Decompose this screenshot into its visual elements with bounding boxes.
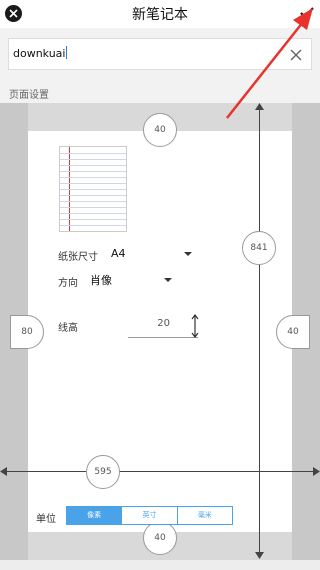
top-margin-value[interactable]: 40 [143,113,177,147]
ruled-line [60,213,126,214]
arrow-up-icon [255,103,264,110]
ruled-line [60,183,126,184]
paper-size-value: A4 [111,247,126,260]
ruled-line [60,171,126,172]
section-label-page-setup: 页面设置 [9,90,49,101]
up-down-arrow-icon [191,314,199,338]
new-notebook-screen: 新笔记本 downkuai 页面设置 纸张尺寸 A4 方向 肖像 线高 20 4… [0,0,320,570]
confirm-button[interactable] [298,4,316,22]
page-height-value[interactable]: 841 [242,231,276,265]
ruled-line [60,195,126,196]
ruled-line [60,219,126,220]
page-title: 新笔记本 [132,7,188,23]
text-caret [66,46,68,59]
orientation-label: 方向 [58,278,78,289]
right-margin-value[interactable]: 40 [276,315,310,349]
paper-size-label: 纸张尺寸 [58,252,98,263]
ruled-line [60,177,126,178]
ruled-line [60,189,126,190]
clear-icon [290,49,302,61]
units-label: 单位 [36,514,56,525]
bottom-bar [0,560,320,570]
clear-button[interactable] [289,47,303,61]
ruled-line [60,153,126,154]
bottom-margin-value[interactable]: 40 [143,521,177,555]
unit-option-millimeters[interactable]: 毫米 [178,507,232,524]
unit-option-inches[interactable]: 英寸 [122,507,178,524]
ruled-line [60,201,126,202]
paper-size-select[interactable]: A4 [108,244,194,264]
title-bar: 新笔记本 [0,0,320,28]
left-margin-value[interactable]: 80 [10,315,44,349]
arrow-down-icon [255,552,264,559]
check-icon [300,7,314,19]
orientation-value: 肖像 [90,274,112,287]
unit-option-pixels[interactable]: 像素 [67,507,123,524]
notebook-preview-thumbnail [59,146,127,232]
line-height-stepper[interactable] [190,313,200,339]
line-height-value: 20 [157,318,170,329]
orientation-select[interactable]: 肖像 [88,270,174,290]
chevron-down-icon [184,252,192,256]
units-segmented-control: 像素 英寸 毫米 [66,506,233,525]
page-width-value[interactable]: 595 [86,455,120,489]
ruled-line [60,207,126,208]
arrow-right-icon [313,467,320,476]
width-guide-line [4,471,316,472]
chevron-down-icon [164,278,172,282]
arrow-left-icon [0,467,7,476]
notebook-name-input[interactable]: downkuai [13,46,68,60]
ruled-line [60,165,126,166]
line-height-input[interactable]: 20 [128,311,198,338]
notebook-name-field[interactable]: downkuai [8,38,312,70]
ruled-line [60,159,126,160]
height-guide-line [259,106,260,558]
line-height-label: 线高 [58,323,78,334]
notebook-name-value: downkuai [13,47,66,60]
ruled-line [60,225,126,226]
